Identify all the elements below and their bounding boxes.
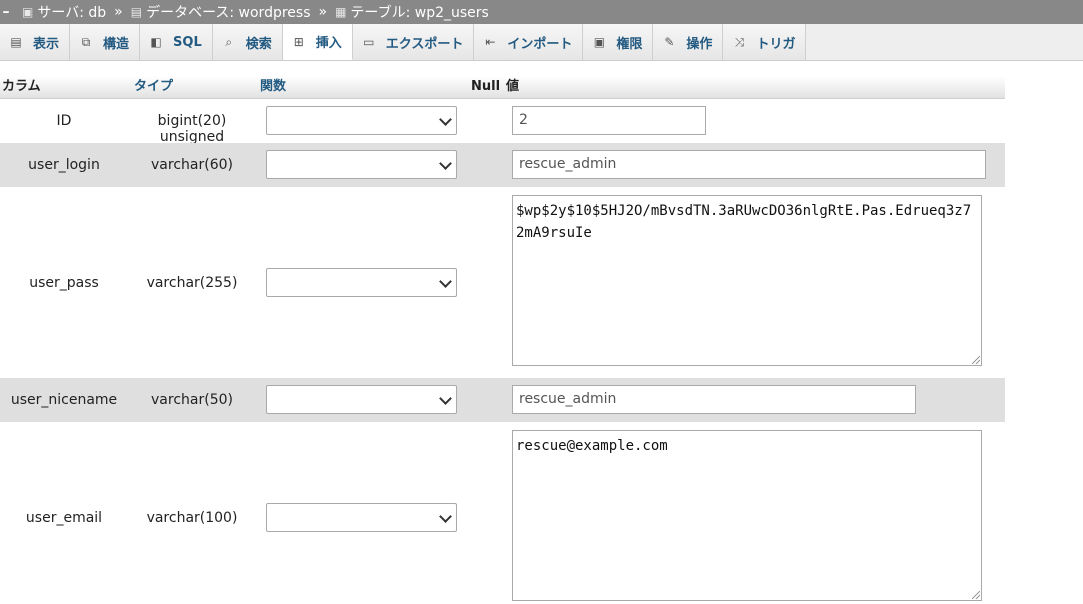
tab-import[interactable]: ⇤ インポート bbox=[474, 24, 584, 60]
operations-icon: ✎ bbox=[664, 35, 675, 49]
function-select[interactable] bbox=[266, 268, 457, 297]
tab-bar: ▤ 表示 ⧉ 構造 ◧ SQL ⌕ 検索 ⊞ 挿入 ▭ エクスポート ⇤ インポ… bbox=[0, 24, 1083, 61]
breadcrumb: – ▣ サーバ: db » ▤ データベース: wordpress » ▦ テー… bbox=[0, 0, 1083, 24]
header-value: 値 bbox=[506, 79, 520, 94]
column-type: varchar(60) bbox=[151, 157, 233, 173]
header-type[interactable]: タイプ bbox=[134, 76, 173, 98]
tab-label: 操作 bbox=[686, 36, 713, 52]
search-icon: ⌕ bbox=[225, 34, 233, 49]
export-icon: ▭ bbox=[363, 35, 375, 49]
tab-export[interactable]: ▭ エクスポート bbox=[352, 24, 475, 60]
chevron-down-icon bbox=[439, 113, 452, 126]
tab-insert[interactable]: ⊞ 挿入 bbox=[282, 24, 353, 60]
insert-table: カラム タイプ 関数 Null 値 ID bigint(20) unsigned… bbox=[0, 76, 1005, 604]
header-null: Null bbox=[471, 79, 501, 94]
breadcrumb-table-label[interactable]: テーブル: wp2_users bbox=[350, 2, 488, 22]
value-text: rescue@example.com bbox=[516, 438, 668, 454]
server-icon: ▣ bbox=[22, 5, 34, 19]
import-icon: ⇤ bbox=[485, 35, 496, 49]
database-icon: ▤ bbox=[130, 5, 143, 19]
breadcrumb-separator: » bbox=[318, 4, 328, 20]
tab-label: インポート bbox=[507, 36, 573, 52]
table-row: user_nicename varchar(50) rescue_admin bbox=[0, 378, 1005, 422]
table-row: user_pass varchar(255) $wp$2y$10$5HJ2O/m… bbox=[0, 187, 1005, 378]
breadcrumb-database-label[interactable]: データベース: wordpress bbox=[146, 2, 310, 22]
table-row: ID bigint(20) unsigned 2 bbox=[0, 99, 1005, 145]
function-select[interactable] bbox=[266, 150, 457, 179]
column-type: bigint(20) unsigned bbox=[157, 113, 227, 145]
column-name: ID bbox=[56, 113, 72, 129]
tab-search[interactable]: ⌕ 検索 bbox=[212, 24, 283, 60]
function-select[interactable] bbox=[266, 385, 457, 414]
tab-sql[interactable]: ◧ SQL bbox=[140, 24, 213, 60]
value-textarea[interactable]: rescue@example.com bbox=[512, 430, 982, 601]
column-name: user_pass bbox=[29, 275, 99, 291]
tab-operations[interactable]: ✎ 操作 bbox=[653, 24, 724, 60]
collapse-icon[interactable]: – bbox=[0, 0, 12, 24]
tab-label: 挿入 bbox=[315, 36, 342, 51]
column-type: varchar(255) bbox=[146, 275, 238, 291]
privileges-icon: ▣ bbox=[593, 35, 606, 49]
column-name: user_login bbox=[28, 157, 100, 173]
table-header: カラム タイプ 関数 Null 値 bbox=[0, 76, 1005, 99]
tab-label: エクスポート bbox=[385, 36, 464, 52]
triggers-icon: ⤨ bbox=[734, 34, 745, 49]
sql-icon: ◧ bbox=[150, 35, 162, 49]
value-input[interactable]: rescue_admin bbox=[512, 385, 916, 414]
value-textarea[interactable]: $wp$2y$10$5HJ2O/mBvsdTN.3aRUwcDO36nlgRtE… bbox=[512, 195, 982, 366]
value-input[interactable]: rescue_admin bbox=[512, 150, 986, 179]
value-input[interactable]: 2 bbox=[512, 106, 706, 135]
breadcrumb-server-label[interactable]: サーバ: db bbox=[37, 2, 106, 22]
function-select[interactable] bbox=[266, 106, 457, 135]
table-row: user_login varchar(60) rescue_admin bbox=[0, 143, 1005, 187]
chevron-down-icon bbox=[439, 157, 452, 170]
insert-icon: ⊞ bbox=[293, 34, 304, 49]
breadcrumb-separator: » bbox=[114, 4, 123, 20]
chevron-down-icon bbox=[439, 510, 452, 523]
resize-handle-icon[interactable] bbox=[972, 356, 980, 364]
column-name: user_email bbox=[25, 510, 103, 526]
breadcrumb-table[interactable]: ▦ テーブル: wp2_users bbox=[335, 2, 489, 22]
tab-label: 表示 bbox=[33, 36, 60, 52]
tab-label: 権限 bbox=[616, 36, 643, 52]
header-column: カラム bbox=[2, 79, 41, 94]
tab-privileges[interactable]: ▣ 権限 bbox=[583, 24, 654, 60]
tab-label: SQL bbox=[173, 34, 202, 50]
header-function[interactable]: 関数 bbox=[260, 76, 286, 98]
tab-triggers[interactable]: ⤨ トリガ bbox=[723, 24, 807, 60]
chevron-down-icon bbox=[439, 392, 452, 405]
column-name: user_nicename bbox=[10, 392, 118, 408]
breadcrumb-database[interactable]: ▤ データベース: wordpress bbox=[131, 2, 311, 22]
tab-structure[interactable]: ⧉ 構造 bbox=[70, 24, 141, 60]
tab-browse[interactable]: ▤ 表示 bbox=[0, 24, 71, 60]
chevron-down-icon bbox=[439, 275, 452, 288]
value-text: $wp$2y$10$5HJ2O/mBvsdTN.3aRUwcDO36nlgRtE… bbox=[516, 203, 972, 241]
resize-handle-icon[interactable] bbox=[972, 591, 980, 599]
table-icon: ▦ bbox=[335, 5, 347, 19]
tab-label: 構造 bbox=[103, 36, 130, 52]
breadcrumb-server[interactable]: ▣ サーバ: db bbox=[22, 2, 106, 22]
column-type: varchar(50) bbox=[151, 392, 233, 408]
tab-label: 検索 bbox=[245, 36, 272, 52]
column-type: varchar(100) bbox=[146, 510, 238, 526]
table-row: user_email varchar(100) rescue@example.c… bbox=[0, 422, 1005, 604]
tab-label: トリガ bbox=[756, 36, 796, 52]
function-select[interactable] bbox=[266, 503, 457, 532]
browse-icon: ▤ bbox=[10, 35, 22, 49]
structure-icon: ⧉ bbox=[81, 34, 91, 49]
